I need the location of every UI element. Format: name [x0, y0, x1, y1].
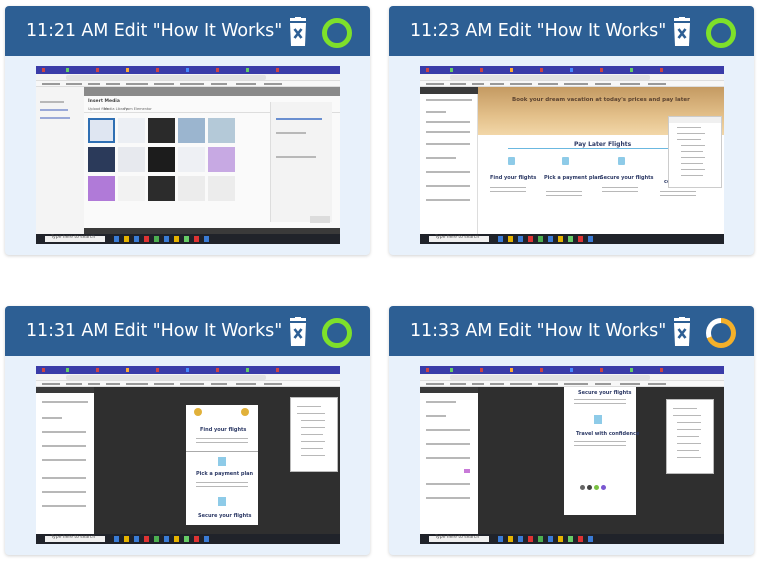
step-title: Secure your flights	[578, 390, 632, 396]
section-title: Pay Later Flights	[574, 141, 632, 148]
status-in-progress-icon	[706, 318, 736, 348]
status-complete-icon	[322, 18, 352, 48]
card-header: 11:23 AM Edit "How It Works" ...	[389, 6, 754, 56]
hero-text: Book your dream vacation at today's pric…	[512, 97, 690, 103]
card-header: 11:31 AM Edit "How It Works" ...	[5, 306, 370, 356]
card-title: 11:31 AM Edit "How It Works" ...	[26, 321, 286, 341]
screenshot-thumbnail[interactable]: Find your flights Pick a payment plan Se…	[36, 366, 340, 544]
mobile-preview: Secure your flights Travel with confiden…	[564, 387, 640, 515]
screenshot-thumbnail[interactable]: Book your dream vacation at today's pric…	[420, 66, 724, 244]
session-card[interactable]: 11:31 AM Edit "How It Works" ... Find yo…	[5, 306, 370, 555]
editor-panel	[420, 387, 478, 534]
modal-title: Insert Media	[88, 99, 120, 104]
taskbar-search: Type here to search	[435, 235, 480, 240]
step-title: Travel with confidence	[576, 431, 640, 437]
session-card[interactable]: 11:21 AM Edit "How It Works" ... Insert …	[5, 6, 370, 255]
navigator-panel	[666, 399, 714, 474]
editor-panel	[420, 87, 478, 234]
editor-panel	[36, 387, 94, 534]
navigator-panel	[290, 397, 338, 472]
delete-icon[interactable]	[287, 17, 309, 47]
screenshot-thumbnail[interactable]: Insert Media Upload files Media Library …	[36, 66, 340, 244]
card-header: 11:21 AM Edit "How It Works" ...	[5, 6, 370, 56]
step-title: Pick a payment plan	[544, 175, 602, 181]
delete-icon[interactable]	[671, 17, 693, 47]
status-complete-icon	[706, 18, 736, 48]
step-title: Secure your flights	[600, 175, 654, 181]
delete-icon[interactable]	[671, 317, 693, 347]
delete-icon[interactable]	[287, 317, 309, 347]
status-complete-icon	[322, 318, 352, 348]
insert-media-modal: Insert Media Upload files Media Library …	[84, 96, 340, 228]
step-title: Find your flights	[200, 427, 247, 433]
step-title: Secure your flights	[198, 513, 252, 519]
editor-canvas: Secure your flights Travel with confiden…	[478, 387, 724, 534]
editor-canvas: Find your flights Pick a payment plan Se…	[94, 387, 340, 534]
step-title: Pick a payment plan	[196, 471, 254, 477]
taskbar-search: Type here to search	[435, 535, 480, 540]
step-title: Find your flights	[490, 175, 537, 181]
session-card[interactable]: 11:23 AM Edit "How It Works" ... Book yo…	[389, 6, 754, 255]
mobile-preview: Find your flights Pick a payment plan Se…	[186, 405, 258, 525]
card-title: 11:33 AM Edit "How It Works" ...	[410, 321, 670, 341]
taskbar-search: Type here to search	[51, 235, 96, 240]
card-title: 11:23 AM Edit "How It Works" ...	[410, 21, 670, 41]
card-title: 11:21 AM Edit "How It Works" ...	[26, 21, 286, 41]
session-card[interactable]: 11:33 AM Edit "How It Works" ... Secure …	[389, 306, 754, 555]
taskbar-search: Type here to search	[51, 535, 96, 540]
screenshot-thumbnail[interactable]: Secure your flights Travel with confiden…	[420, 366, 724, 544]
tab-from-elementor[interactable]: From Elementor	[124, 107, 152, 111]
session-grid: 11:21 AM Edit "How It Works" ... Insert …	[0, 0, 764, 566]
card-header: 11:33 AM Edit "How It Works" ...	[389, 306, 754, 356]
navigator-panel	[668, 116, 722, 188]
